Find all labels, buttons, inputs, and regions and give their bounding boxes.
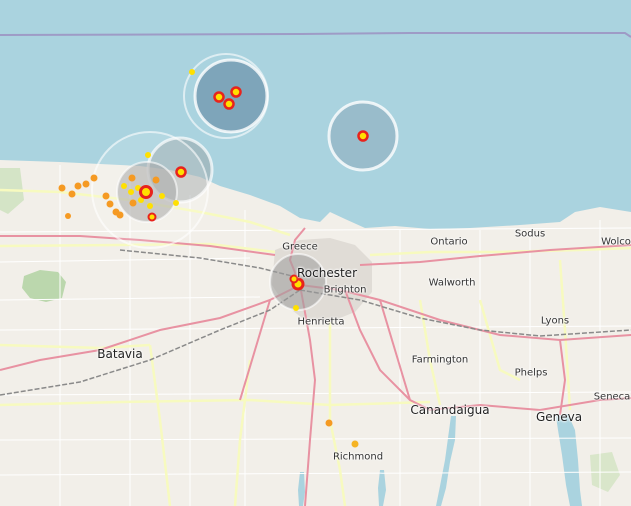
event-marker[interactable] — [82, 180, 90, 188]
map-canvas[interactable]: Rochester Greece Brighton Henrietta Bata… — [0, 0, 631, 506]
event-marker[interactable] — [121, 183, 127, 189]
event-marker[interactable] — [90, 174, 98, 182]
event-marker[interactable] — [189, 69, 195, 75]
significant-event-marker[interactable] — [223, 98, 235, 110]
event-marker[interactable] — [147, 203, 153, 209]
event-marker[interactable] — [129, 199, 137, 207]
significant-event-marker[interactable] — [147, 212, 157, 222]
event-marker[interactable] — [351, 440, 359, 448]
event-marker[interactable] — [128, 174, 136, 182]
significant-event-marker[interactable] — [175, 166, 187, 178]
event-marker[interactable] — [145, 152, 151, 158]
event-marker[interactable] — [74, 182, 82, 190]
event-marker[interactable] — [173, 200, 179, 206]
significant-event-marker[interactable] — [289, 274, 299, 284]
event-marker[interactable] — [293, 305, 299, 311]
significant-event-marker[interactable] — [230, 86, 242, 98]
event-marker[interactable] — [68, 190, 76, 198]
event-marker[interactable] — [152, 176, 160, 184]
basemap — [0, 0, 631, 506]
event-marker[interactable] — [159, 193, 165, 199]
event-marker[interactable] — [58, 184, 66, 192]
event-marker[interactable] — [106, 200, 114, 208]
significant-event-marker[interactable] — [213, 91, 225, 103]
event-marker[interactable] — [116, 211, 124, 219]
significant-event-marker[interactable] — [139, 185, 153, 199]
event-marker[interactable] — [102, 192, 110, 200]
event-radius-circle — [193, 58, 269, 134]
significant-event-marker[interactable] — [357, 130, 369, 142]
event-marker[interactable] — [128, 189, 134, 195]
event-marker[interactable] — [325, 419, 333, 427]
event-marker[interactable] — [65, 213, 71, 219]
